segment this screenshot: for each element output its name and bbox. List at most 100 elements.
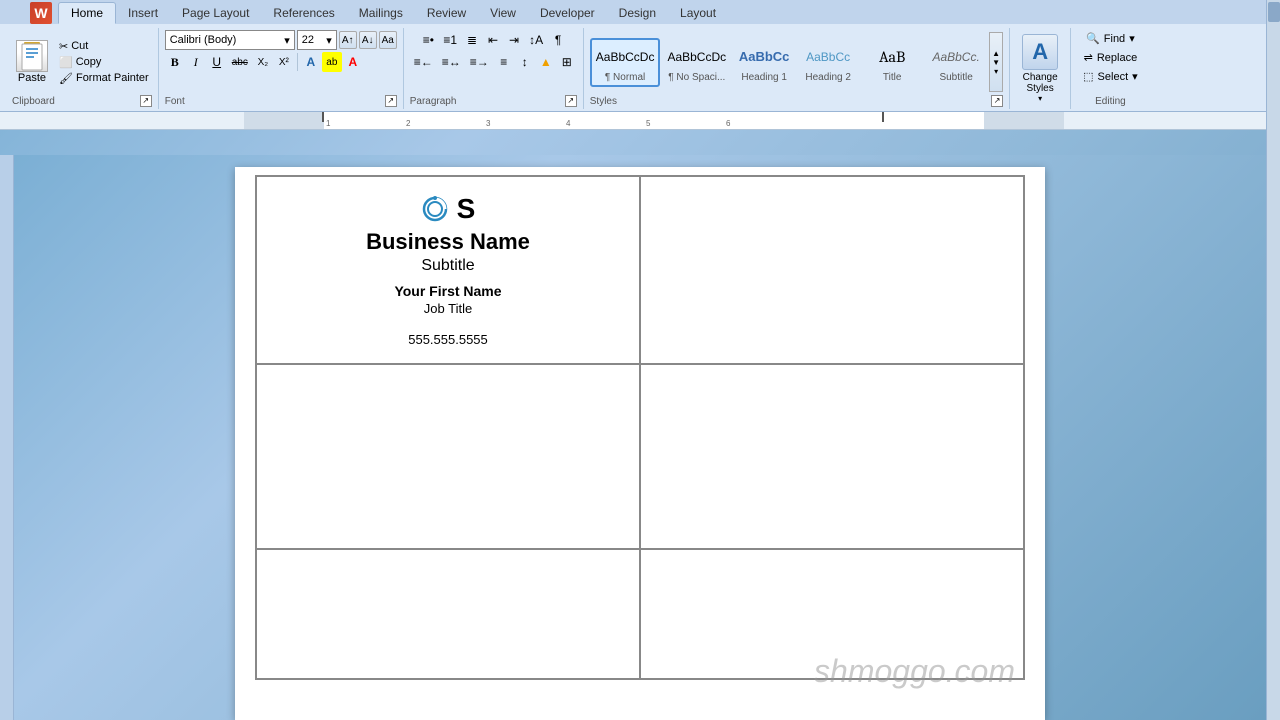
editing-label: Editing	[1095, 94, 1126, 107]
card-subtitle: Subtitle	[421, 257, 474, 275]
para-align-row: ≡← ≡↔ ≡→ ≡ ↕ ▲ ⊞	[410, 52, 577, 72]
style-normal[interactable]: AaBbCcDc ¶ Normal	[590, 38, 661, 87]
ruler-tab-marker-right	[882, 112, 884, 122]
styles-scroll-button[interactable]: ▲ ▼ ▾	[989, 32, 1003, 92]
superscript-button[interactable]: X²	[274, 52, 294, 72]
ruler-mark-5: 5	[646, 119, 650, 128]
watermark: shmoggo.com	[814, 653, 1015, 690]
ruler-mark-1: 1	[326, 119, 330, 128]
underline-button[interactable]: U	[207, 52, 227, 72]
font-grow-button[interactable]: A↑	[339, 31, 357, 49]
line-spacing-button[interactable]: ↕	[515, 52, 535, 72]
increase-indent-button[interactable]: ⇥	[504, 30, 524, 50]
card-cell-2	[640, 176, 1024, 364]
tab-page-layout[interactable]: Page Layout	[170, 2, 261, 24]
ruler-mark-3: 3	[486, 119, 490, 128]
change-styles-chevron: ▾	[1038, 94, 1042, 103]
clipboard-group: Paste ✂ Cut ⬜ Copy 🖌 Format Painter	[6, 28, 159, 109]
sort-button[interactable]: ↕A	[525, 30, 547, 50]
card-job-title: Job Title	[424, 301, 472, 316]
style-subtitle-label: Subtitle	[939, 72, 972, 83]
style-title-label: Title	[883, 72, 902, 83]
find-chevron-icon: ▾	[1129, 32, 1135, 45]
style-no-spacing[interactable]: AaBbCcDc ¶ No Spaci...	[662, 39, 731, 86]
multilevel-list-button[interactable]: ≣	[462, 30, 482, 50]
paste-icon	[16, 40, 48, 72]
format-painter-button[interactable]: 🖌 Format Painter	[56, 71, 152, 86]
editing-group: 🔍 Find ▾ ⇌ Replace ⬚ Select ▾ Editing	[1071, 28, 1150, 109]
text-effects-button[interactable]: A	[301, 52, 321, 72]
ruler-mark-2: 2	[406, 119, 410, 128]
style-subtitle-preview: AaBbCc.	[932, 42, 979, 72]
text-highlight-button[interactable]: ab	[322, 52, 342, 72]
document-page: S Business Name Subtitle Your First Name…	[235, 167, 1045, 720]
card-cell-5	[256, 549, 640, 679]
card-content-1: S Business Name Subtitle Your First Name…	[257, 177, 639, 363]
ruler-inner: 1 2 3 4 5 6	[244, 112, 1064, 130]
scrollbar-thumb[interactable]	[1268, 2, 1280, 22]
change-styles-label: ChangeStyles	[1023, 72, 1058, 94]
align-right-button[interactable]: ≡→	[466, 52, 493, 72]
card-your-name: Your First Name	[394, 283, 501, 299]
change-styles-button[interactable]: A ChangeStyles ▾	[1016, 30, 1064, 107]
tab-design[interactable]: Design	[607, 2, 668, 24]
borders-button[interactable]: ⊞	[557, 52, 577, 72]
style-title[interactable]: AaB Title	[861, 39, 923, 86]
show-marks-button[interactable]: ¶	[548, 30, 568, 50]
strikethrough-button[interactable]: abc	[228, 52, 252, 72]
tab-view[interactable]: View	[478, 2, 528, 24]
replace-button[interactable]: ⇌ Replace	[1078, 49, 1144, 66]
cut-button[interactable]: ✂ Cut	[56, 39, 152, 54]
styles-expand-button[interactable]: ↗	[991, 95, 1003, 107]
fill-color-button[interactable]: ▲	[536, 52, 556, 72]
select-icon: ⬚	[1083, 70, 1093, 83]
find-button[interactable]: 🔍 Find ▾	[1080, 30, 1141, 47]
select-button[interactable]: ⬚ Select ▾	[1077, 68, 1144, 85]
font-name-row: Calibri (Body) ▾ 22 ▾ A↑ A↓ Aa	[165, 30, 397, 50]
select-chevron-icon: ▾	[1132, 70, 1138, 83]
main-area: S Business Name Subtitle Your First Name…	[14, 155, 1266, 720]
card-cell-6: shmoggo.com	[640, 549, 1024, 679]
clear-formatting-button[interactable]: Aa	[379, 31, 397, 49]
tab-references[interactable]: References	[261, 2, 346, 24]
paste-button[interactable]: Paste	[12, 38, 52, 86]
para-content: ≡• ≡1 ≣ ⇤ ⇥ ↕A ¶ ≡← ≡↔ ≡→ ≡ ↕ ▲ ⊞	[410, 30, 577, 94]
tab-mailings[interactable]: Mailings	[347, 2, 415, 24]
tab-layout[interactable]: Layout	[668, 2, 728, 24]
numbered-list-button[interactable]: ≡1	[439, 30, 461, 50]
card-cell-3	[256, 364, 640, 549]
style-heading1-preview: AaBbCc	[739, 42, 790, 72]
italic-button[interactable]: I	[186, 52, 206, 72]
card-s-letter: S	[457, 193, 476, 225]
style-heading1[interactable]: AaBbCc Heading 1	[733, 39, 795, 86]
tab-home[interactable]: Home	[58, 2, 116, 24]
font-size-selector[interactable]: 22 ▾	[297, 30, 337, 50]
align-center-button[interactable]: ≡↔	[438, 52, 465, 72]
tab-insert[interactable]: Insert	[116, 2, 170, 24]
style-heading2[interactable]: AaBbCc Heading 2	[797, 39, 859, 86]
copy-button[interactable]: ⬜ Copy	[56, 55, 152, 70]
styles-group: AaBbCcDc ¶ Normal AaBbCcDc ¶ No Spaci...…	[584, 28, 1010, 109]
tab-review[interactable]: Review	[415, 2, 478, 24]
align-left-button[interactable]: ≡←	[410, 52, 437, 72]
style-heading2-label: Heading 2	[805, 72, 851, 83]
style-subtitle[interactable]: AaBbCc. Subtitle	[925, 39, 987, 86]
paragraph-expand-button[interactable]: ↗	[565, 95, 577, 107]
tab-developer[interactable]: Developer	[528, 2, 607, 24]
clipboard-label: Clipboard	[12, 94, 55, 107]
bold-button[interactable]: B	[165, 52, 185, 72]
font-group: Calibri (Body) ▾ 22 ▾ A↑ A↓ Aa B I U abc	[159, 28, 404, 109]
decrease-indent-button[interactable]: ⇤	[483, 30, 503, 50]
change-styles-icon: A	[1022, 34, 1058, 70]
font-name-selector[interactable]: Calibri (Body) ▾	[165, 30, 295, 50]
card-business-name: Business Name	[366, 229, 530, 255]
clipboard-expand-button[interactable]: ↗	[140, 95, 152, 107]
font-color-button[interactable]: A	[343, 52, 363, 72]
bullet-list-button[interactable]: ≡•	[418, 30, 438, 50]
tab-bar: W Home Insert Page Layout References Mai…	[0, 0, 1280, 24]
subscript-button[interactable]: X₂	[253, 52, 273, 72]
justify-button[interactable]: ≡	[494, 52, 514, 72]
font-expand-button[interactable]: ↗	[385, 95, 397, 107]
font-content: Calibri (Body) ▾ 22 ▾ A↑ A↓ Aa B I U abc	[165, 30, 397, 94]
font-shrink-button[interactable]: A↓	[359, 31, 377, 49]
